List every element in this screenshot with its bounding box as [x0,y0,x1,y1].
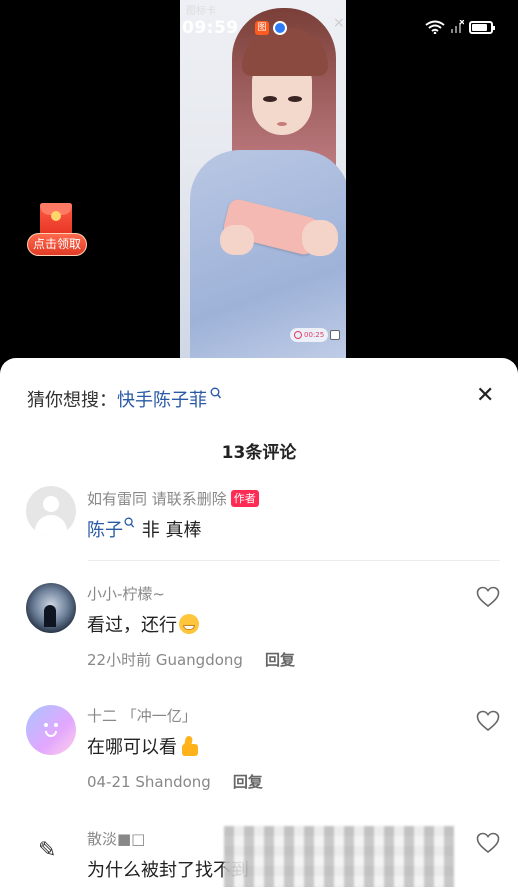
battery-icon [469,20,495,34]
comment-text-rest: 非 真棒 [136,520,202,541]
comment-time-location: 22小时前 Guangdong [87,651,243,669]
suggestion-term[interactable]: 快手陈子菲 [117,390,207,411]
privacy-mosaic [224,826,454,887]
author-name-text: 如有雷同 请联系删除 [87,490,227,508]
like-heart-icon[interactable] [476,586,500,608]
claim-red-packet-button[interactable]: 点击领取 [27,233,87,256]
reply-button[interactable]: 回复 [233,773,263,791]
comment-sheet: 猜你想搜：快手陈子菲 ✕ 13条评论 如有雷同 请联系删除作者 陈子 非 真棒 [0,358,518,887]
avatar[interactable] [26,705,76,755]
red-packet-icon[interactable] [40,203,72,237]
signal-icon [451,20,464,33]
video-subject-eye [263,96,277,102]
close-button[interactable]: ✕ [476,384,494,408]
comment-author-name[interactable]: 如有雷同 请联系删除 作者 [87,488,259,509]
smile-avatar-graphic [40,721,62,739]
divider [88,560,500,561]
author-badge: 作者 [230,490,259,507]
comment-meta: 22小时前 Guangdong 回复 [87,649,295,670]
comment-text-body: 在哪可以看 [87,737,177,758]
screen: 00:25 图标卡 09:59 图 × 点击领取 猜你想搜：快手陈子菲 ✕ 13… [0,0,518,887]
comment-text: 在哪可以看 [87,733,201,759]
avatar-eye [54,723,58,727]
coin-icon [51,211,61,221]
grin-emoji-icon [179,614,199,634]
browser-notification-icon [273,21,287,35]
avatar[interactable] [26,583,76,633]
recording-badge: 00:25 [290,328,329,342]
comment-author-name[interactable]: 十二 「冲一亿」 [87,705,197,726]
screen-record-icon[interactable] [330,330,340,340]
status-time: 09:59 [182,18,239,38]
suggestion-prefix: 猜你想搜： [27,390,117,411]
recording-time: 00:25 [304,331,325,339]
avatar[interactable] [26,828,76,878]
comment-author-name[interactable]: 小小-柠檬~ [87,583,165,604]
comment-text-body: 看过，还行 [87,615,177,636]
comment-text: 陈子 非 真棒 [87,516,201,542]
comment-time-location: 04-21 Shandong [87,773,211,791]
app-notification-icon: 图 [255,21,269,35]
like-heart-icon[interactable] [476,832,500,854]
comment-text: 看过，还行 [87,611,199,637]
status-app-label: 图标卡 [186,6,216,17]
reply-button[interactable]: 回复 [265,651,295,669]
wifi-icon [425,20,445,34]
search-suggestion[interactable]: 猜你想搜：快手陈子菲 [27,386,222,412]
video-subject-eye [288,96,302,102]
status-close-icon: × [333,15,345,31]
avatar-mouth [45,731,57,737]
video-subject-mouth [277,122,287,126]
comment-author-name[interactable]: 散淡■□ [87,828,145,849]
search-link[interactable]: 陈子 [87,520,123,541]
video-player[interactable]: 00:25 [180,0,346,360]
record-icon [294,331,302,339]
comment-meta: 04-21 Shandong 回复 [87,771,263,792]
search-icon[interactable] [210,387,222,401]
like-heart-icon[interactable] [476,710,500,732]
video-subject-hand [220,225,254,255]
comment-count-title: 13条评论 [221,443,297,463]
thumbs-up-emoji-icon [179,736,201,756]
search-icon[interactable] [124,517,135,530]
avatar[interactable] [26,486,76,536]
video-subject-hand [302,220,338,256]
system-status-icons [425,20,495,34]
avatar-eye [44,723,48,727]
